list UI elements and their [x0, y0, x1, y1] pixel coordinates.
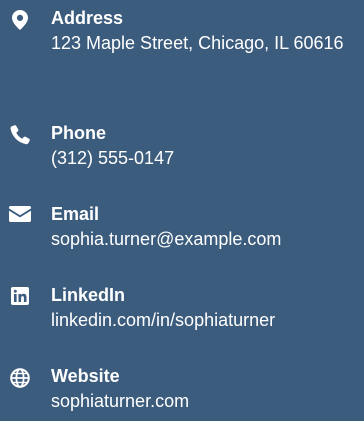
website-link[interactable]: sophiaturner.com — [51, 388, 364, 415]
globe-icon — [8, 368, 32, 388]
contact-item-address: Address 123 Maple Street, Chicago, IL 60… — [0, 0, 364, 110]
email-link[interactable]: sophia.turner@example.com — [51, 226, 364, 253]
phone-icon — [8, 125, 32, 145]
phone-link[interactable]: (312) 555-0147 — [51, 145, 364, 172]
contact-item-phone: Phone (312) 555-0147 — [0, 115, 364, 185]
website-label: Website — [51, 366, 120, 386]
linkedin-label: LinkedIn — [51, 285, 126, 305]
email-label: Email — [51, 204, 100, 224]
linkedin-link[interactable]: linkedin.com/in/sophiaturner — [51, 307, 364, 334]
contact-item-email: Email sophia.turner@example.com — [0, 196, 364, 266]
contact-list: Address 123 Maple Street, Chicago, IL 60… — [0, 0, 364, 421]
envelope-icon — [8, 206, 32, 226]
address-value: 123 Maple Street, Chicago, IL 60616 — [51, 33, 344, 53]
phone-label: Phone — [51, 123, 107, 143]
linkedin-icon — [8, 287, 32, 307]
contact-item-website: Website sophiaturner.com — [0, 358, 364, 421]
contact-item-linkedin: LinkedIn linkedin.com/in/sophiaturner — [0, 277, 364, 347]
map-pin-icon — [8, 10, 32, 30]
address-label: Address — [51, 8, 124, 28]
